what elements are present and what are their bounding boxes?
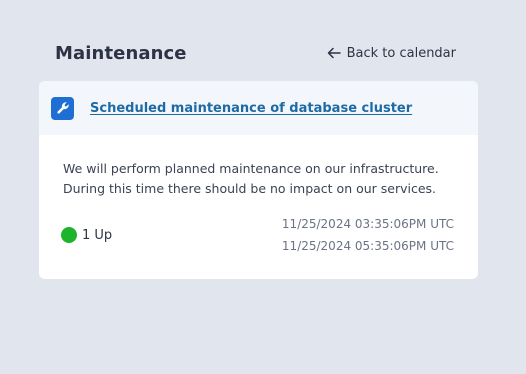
arrow-left-icon <box>327 47 341 59</box>
back-to-calendar-link[interactable]: Back to calendar <box>327 46 456 61</box>
maintenance-times: 11/25/2024 03:35:06PM UTC 11/25/2024 05:… <box>282 213 454 257</box>
maintenance-card: Scheduled maintenance of database cluste… <box>39 81 478 279</box>
end-time: 11/25/2024 05:35:06PM UTC <box>281 239 454 253</box>
description-line-1: We will perform planned maintenance on o… <box>63 161 439 176</box>
status-up-icon <box>61 227 77 243</box>
maintenance-card-header: Scheduled maintenance of database cluste… <box>39 81 478 135</box>
status-indicator: 1 Up <box>61 227 112 243</box>
maintenance-card-body: We will perform planned maintenance on o… <box>39 135 478 257</box>
maintenance-title-link[interactable]: Scheduled maintenance of database cluste… <box>90 101 412 116</box>
maintenance-description: We will perform planned maintenance on o… <box>63 159 454 199</box>
page-title: Maintenance <box>55 42 187 64</box>
wrench-icon <box>51 96 74 120</box>
page-header: Maintenance Back to calendar <box>55 40 456 66</box>
back-to-calendar-label: Back to calendar <box>346 45 456 61</box>
maintenance-meta: 1 Up 11/25/2024 03:35:06PM UTC 11/25/202… <box>61 213 454 257</box>
description-line-2: During this time there should be no impa… <box>63 181 437 196</box>
start-time: 11/25/2024 03:35:06PM UTC <box>281 217 454 231</box>
status-label: 1 Up <box>82 227 113 243</box>
